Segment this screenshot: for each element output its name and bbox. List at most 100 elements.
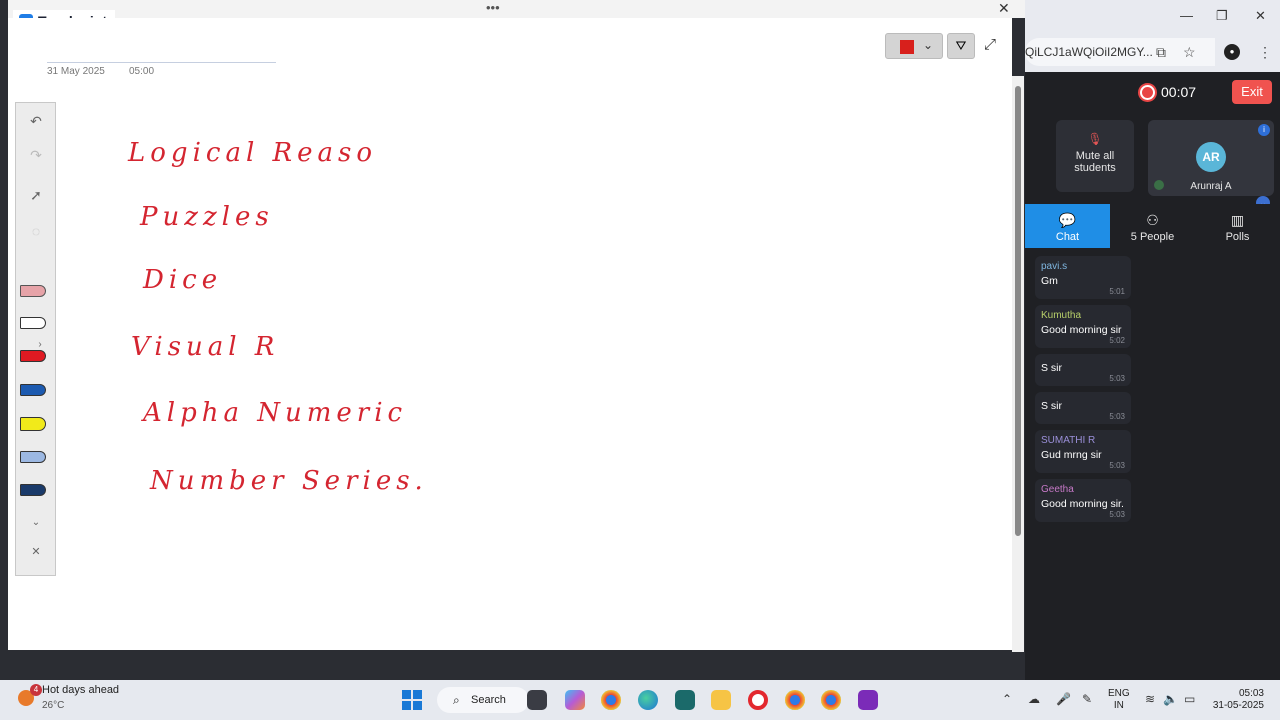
panel-tabs: 💬 Chat ⚇ 5 People ▥ Polls — [1025, 204, 1280, 248]
chrome-active-icon[interactable] — [821, 690, 841, 710]
timer-text: 00:07 — [1161, 84, 1197, 100]
chat-text: S sir — [1041, 400, 1062, 412]
minimize-icon[interactable]: — — [1180, 8, 1193, 23]
chat-message: Geetha Good morning sir. 5:03 — [1035, 479, 1131, 522]
chrome-icon[interactable] — [601, 690, 621, 710]
handwriting-line-2: Puzzles — [140, 202, 274, 232]
exit-button[interactable]: Exit — [1232, 80, 1272, 104]
tab-label: Chat — [1055, 231, 1080, 243]
chat-message: Kumutha Good morning sir 5:02 — [1035, 305, 1131, 348]
chat-sender: pavi.s — [1041, 261, 1068, 272]
file-explorer-icon[interactable] — [711, 690, 731, 710]
more-tools-icon[interactable]: ⌄ — [16, 517, 56, 528]
system-clock[interactable]: 05:03 31-05-2025 — [1212, 688, 1264, 712]
chat-text: Gm — [1041, 275, 1058, 287]
restore-icon[interactable]: ❐ — [1216, 8, 1228, 24]
chevron-up-icon[interactable]: ⌃ — [1002, 692, 1012, 706]
mic-icon[interactable]: 🎤 — [1056, 692, 1071, 706]
participant-tile[interactable]: i AR Arunraj A — [1148, 120, 1274, 196]
tab-chat[interactable]: 💬 Chat — [1025, 204, 1110, 248]
color-swatch — [900, 40, 914, 54]
bookmark-star-icon[interactable]: ☆ — [1183, 44, 1196, 61]
blue-marker-icon[interactable] — [20, 384, 46, 396]
whiteboard-scrollbar[interactable] — [1012, 76, 1024, 652]
whiteboard-window: ✓ Teachmint ••• ✕ 31 May 2025 05:00 ⌄ ⛛ … — [0, 0, 1025, 680]
install-app-icon[interactable]: ⧉ — [1156, 44, 1166, 61]
clock-date: 31-05-2025 — [1212, 700, 1264, 711]
highlighter-icon[interactable] — [20, 417, 46, 431]
start-icon[interactable] — [402, 690, 422, 710]
taskbar-search[interactable]: ⌕ Search — [437, 687, 529, 713]
wifi-icon[interactable]: ≋ — [1145, 692, 1155, 706]
expand-icon[interactable]: ⤢ — [984, 36, 996, 53]
red-marker-icon[interactable] — [20, 350, 46, 362]
chat-message: SUMATHI R Gud mrng sir 5:03 — [1035, 430, 1131, 473]
chat-time: 5:01 — [1109, 287, 1125, 296]
chat-message: pavi.s Gm 5:01 — [1035, 256, 1131, 299]
lang-code: ENG — [1108, 688, 1130, 699]
pen-icon[interactable]: ✎ — [1082, 692, 1092, 706]
tab-label: 5 People — [1130, 231, 1175, 243]
pen-color-picker[interactable]: ⌄ — [885, 33, 943, 59]
handwriting-line-3: Dice — [143, 265, 223, 295]
date-divider — [47, 62, 276, 63]
battery-icon[interactable]: ▭ — [1184, 692, 1195, 706]
chat-text: Good morning sir — [1041, 324, 1122, 336]
pencil-icon[interactable] — [20, 317, 46, 329]
avatar: AR — [1196, 142, 1226, 172]
task-view-icon[interactable] — [527, 690, 547, 710]
volume-icon[interactable]: 🔈 — [1163, 692, 1178, 706]
chevron-right-icon[interactable]: › — [30, 339, 50, 350]
terminal-icon[interactable] — [675, 690, 695, 710]
redo-icon[interactable]: ↷ — [16, 147, 56, 164]
chat-text: S sir — [1041, 362, 1062, 374]
chat-text: Gud mrng sir — [1041, 449, 1102, 461]
tab-people[interactable]: ⚇ 5 People — [1110, 204, 1195, 248]
chat-time: 5:02 — [1109, 336, 1125, 345]
dark-marker-icon[interactable] — [20, 484, 46, 496]
people-icon: ⚇ — [1146, 212, 1159, 228]
close-icon[interactable]: ✕ — [998, 0, 1010, 17]
record-icon — [1140, 84, 1155, 100]
light-marker-icon[interactable] — [20, 451, 46, 463]
onenote-icon[interactable] — [858, 690, 878, 710]
handwriting-line-6: Number Series. — [150, 466, 428, 496]
chrome-profile-icon[interactable] — [785, 690, 805, 710]
eraser-icon[interactable] — [20, 285, 46, 297]
whiteboard-titlebar[interactable] — [8, 0, 1025, 18]
language-indicator[interactable]: ENG IN — [1108, 688, 1130, 712]
chat-time: 5:03 — [1109, 510, 1125, 519]
chat-sender: Kumutha — [1041, 310, 1082, 321]
mute-all-button[interactable]: 🎙 Mute all students — [1056, 120, 1134, 192]
chat-sender: SUMATHI R — [1041, 435, 1096, 446]
search-icon: ⌕ — [453, 693, 460, 707]
handwriting-line-4: Visual R — [131, 332, 280, 362]
lang-region: IN — [1113, 700, 1124, 711]
chat-list: pavi.s Gm 5:01 Kumutha Good morning sir 5:02 S… — [1035, 256, 1145, 528]
polls-icon: ▥ — [1230, 212, 1245, 228]
lasso-icon[interactable]: ◌ — [16, 223, 56, 239]
undo-icon[interactable]: ↶ — [16, 113, 56, 130]
tab-polls[interactable]: ▥ Polls — [1195, 204, 1280, 248]
weather-temp: 26°C — [42, 700, 65, 711]
info-icon[interactable]: i — [1258, 124, 1270, 136]
window-close-icon[interactable]: ✕ — [1255, 8, 1266, 24]
copilot-icon[interactable] — [565, 690, 585, 710]
more-options-icon[interactable]: ••• — [486, 0, 500, 15]
close-toolbar-icon[interactable]: ✕ — [16, 545, 56, 558]
browser-menu-icon[interactable]: ⋮ — [1258, 44, 1272, 61]
pointer-icon[interactable]: ➚ — [16, 187, 56, 204]
cloud-icon[interactable]: ☁ — [1028, 692, 1040, 706]
participant-name: Arunraj A — [1190, 181, 1232, 192]
handwriting-line-5: Alpha Numeric — [143, 398, 408, 428]
tab-label: Polls — [1225, 231, 1250, 243]
drawing-toolbar: ↶ ↷ ➚ ◌ › ⌄ ✕ — [15, 102, 56, 576]
filter-button[interactable]: ⛛ — [947, 33, 975, 59]
chat-time: 5:03 — [1109, 461, 1125, 470]
chat-time: 5:03 — [1109, 412, 1125, 421]
notification-badge: 4 — [30, 684, 42, 696]
opera-icon[interactable] — [748, 690, 768, 710]
scroll-thumb[interactable] — [1015, 86, 1021, 536]
edge-icon[interactable] — [638, 690, 658, 710]
profile-avatar-icon[interactable]: ● — [1224, 44, 1240, 60]
